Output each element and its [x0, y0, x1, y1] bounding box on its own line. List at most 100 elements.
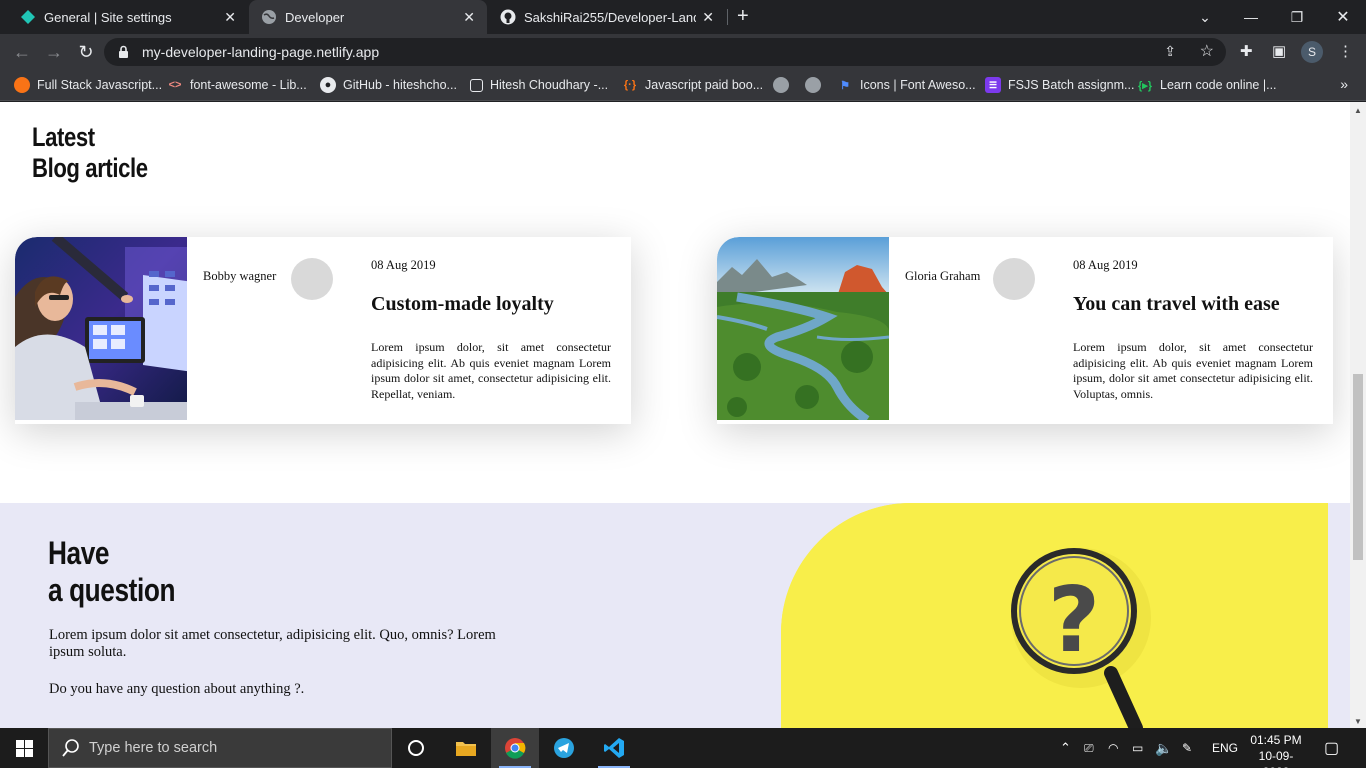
search-placeholder: Type here to search — [89, 740, 218, 756]
bookmark-item[interactable]: Hitesh Choudhary -... — [470, 76, 608, 94]
bookmark-item[interactable]: ☰ FSJS Batch assignm... — [985, 76, 1134, 94]
netlify-icon — [20, 9, 36, 25]
card-author: Gloria Graham — [905, 269, 981, 283]
notification-icon[interactable]: ▢ — [1324, 728, 1339, 768]
bookmark-item[interactable]: <> font-awesome - Lib... — [167, 76, 307, 94]
vscode-taskbar-button[interactable] — [590, 728, 638, 768]
heading-line: Blog article — [32, 153, 148, 183]
card-excerpt: Lorem ipsum dolor, sit amet consectetur … — [1073, 340, 1313, 401]
extensions-icon[interactable]: ✚ — [1240, 42, 1253, 60]
bookmark-label: FSJS Batch assignm... — [1008, 78, 1135, 92]
blog-card-image — [717, 237, 889, 420]
blog-card[interactable]: Bobby wagner 08 Aug 2019 Custom-made loy… — [15, 237, 631, 424]
flag-icon: ⚑ — [840, 79, 850, 92]
scroll-down-icon[interactable]: ▼ — [1354, 717, 1362, 726]
restore-button[interactable]: ❐ — [1274, 0, 1320, 34]
chrome-taskbar-button[interactable] — [491, 728, 539, 768]
clock-date: 10-09-2022 — [1258, 749, 1294, 768]
lock-icon — [118, 45, 129, 64]
globe-icon — [805, 77, 821, 93]
bookmark-item[interactable] — [773, 76, 796, 94]
bookmark-item[interactable] — [805, 76, 828, 94]
close-window-button[interactable]: ✕ — [1320, 0, 1366, 34]
author-avatar — [291, 258, 333, 300]
forward-button[interactable]: → — [42, 40, 66, 64]
address-bar[interactable]: my-developer-landing-page.netlify.app ⇪ … — [104, 38, 1226, 66]
telegram-taskbar-button[interactable] — [540, 728, 588, 768]
task-view-button[interactable] — [392, 728, 440, 768]
back-button[interactable]: ← — [10, 40, 34, 64]
card-title[interactable]: You can travel with ease — [1073, 293, 1280, 316]
globe-icon — [773, 77, 789, 93]
more-bookmarks-icon[interactable]: » — [1340, 76, 1348, 92]
blog-card[interactable]: Gloria Graham 08 Aug 2019 You can travel… — [717, 237, 1333, 424]
close-icon[interactable]: ✕ — [224, 9, 236, 26]
new-tab-button[interactable]: + — [737, 5, 749, 28]
cortana-icon — [408, 740, 424, 756]
side-panel-icon[interactable]: ▣ — [1272, 42, 1286, 60]
card-excerpt: Lorem ipsum dolor, sit amet consectetur … — [371, 340, 611, 401]
share-icon[interactable]: ⇪ — [1164, 43, 1176, 60]
minimize-button[interactable]: — — [1228, 0, 1274, 34]
windows-logo-icon — [15, 739, 33, 757]
close-icon[interactable]: ✕ — [463, 9, 475, 26]
windows-start-button[interactable] — [0, 728, 48, 768]
globe-icon — [261, 9, 277, 25]
tray-overflow-icon[interactable]: ⌃ — [1060, 728, 1071, 768]
code-play-icon: {▸} — [1137, 79, 1153, 92]
url-text: my-developer-landing-page.netlify.app — [142, 44, 380, 60]
browser-toolbar: ← → ↻ my-developer-landing-page.netlify.… — [0, 34, 1366, 70]
meet-now-icon[interactable]: ⎚ — [1084, 728, 1094, 768]
bookmark-item[interactable]: ⚑ Icons | Font Aweso... — [837, 76, 976, 94]
battery-icon[interactable]: ▭ — [1132, 728, 1143, 768]
pen-icon[interactable]: ✎ — [1182, 728, 1192, 768]
page-viewport: Latest Blog article Bobby wagner 08 Aug … — [0, 102, 1350, 728]
code-icon: <> — [168, 79, 182, 91]
svg-text:?: ? — [1048, 568, 1100, 673]
page-scrollbar[interactable]: ▲ ▼ — [1350, 102, 1366, 728]
bookmark-item[interactable]: ● GitHub - hiteshcho... — [320, 76, 457, 94]
volume-icon[interactable]: 🔈 — [1155, 728, 1172, 768]
blog-section-heading: Latest Blog article — [32, 122, 148, 184]
github-icon — [500, 9, 516, 25]
bookmarks-bar: Full Stack Javascript... <> font-awesome… — [0, 70, 1366, 101]
scrollbar-thumb[interactable] — [1353, 374, 1363, 560]
taskbar-clock[interactable]: 01:45 PM 10-09-2022 — [1246, 732, 1306, 768]
reload-button[interactable]: ↻ — [74, 40, 98, 64]
bookmark-item[interactable]: {▸} Learn code online |... — [1137, 76, 1277, 94]
checkbox-icon — [470, 78, 483, 92]
list-icon: ☰ — [985, 77, 1001, 93]
blog-card-image — [15, 237, 187, 420]
tab-github[interactable]: SakshiRai255/Developer-Landing ✕ — [488, 0, 726, 34]
scroll-up-icon[interactable]: ▲ — [1354, 106, 1362, 115]
close-icon[interactable]: ✕ — [702, 9, 714, 26]
question-description: Lorem ipsum dolor sit amet consectetur, … — [49, 627, 496, 660]
menu-dots-icon[interactable]: ⋮ — [1338, 42, 1353, 60]
taskbar-search-box[interactable]: Type here to search — [48, 728, 392, 768]
bookmark-label: Icons | Font Aweso... — [860, 78, 976, 92]
tab-site-settings[interactable]: General | Site settings ✕ — [8, 0, 248, 34]
bookmark-label: Hitesh Choudhary -... — [490, 78, 609, 92]
bookmark-label: Full Stack Javascript... — [37, 78, 163, 92]
bookmark-item[interactable]: {·} Javascript paid boo... — [622, 76, 763, 94]
language-indicator[interactable]: ENG — [1212, 728, 1238, 768]
tab-separator — [727, 9, 728, 25]
tab-strip: General | Site settings ✕ Developer ✕ Sa… — [0, 0, 1366, 34]
card-title[interactable]: Custom-made loyalty — [371, 293, 554, 316]
heading-line: Latest — [32, 122, 95, 152]
bookmark-item[interactable]: Full Stack Javascript... — [14, 76, 162, 94]
heading-line: a question — [48, 572, 176, 608]
tab-title: Developer — [285, 9, 345, 25]
author-avatar — [993, 258, 1035, 300]
magnifier-question-image: ? — [781, 503, 1328, 728]
windows-taskbar: Type here to search ⌃ ⎚ ◠ ▭ 🔈 ✎ ENG 01:4… — [0, 728, 1366, 768]
folder-icon — [456, 742, 476, 756]
profile-avatar[interactable]: S — [1301, 41, 1323, 63]
tab-search-chevron-icon[interactable]: ⌄ — [1182, 0, 1228, 34]
bookmark-star-icon[interactable]: ☆ — [1200, 41, 1214, 61]
file-explorer-button[interactable] — [442, 728, 490, 768]
wifi-icon[interactable]: ◠ — [1108, 728, 1118, 768]
tab-developer[interactable]: Developer ✕ — [249, 0, 487, 34]
tab-title: General | Site settings — [44, 9, 172, 25]
braces-icon: {·} — [623, 79, 637, 91]
